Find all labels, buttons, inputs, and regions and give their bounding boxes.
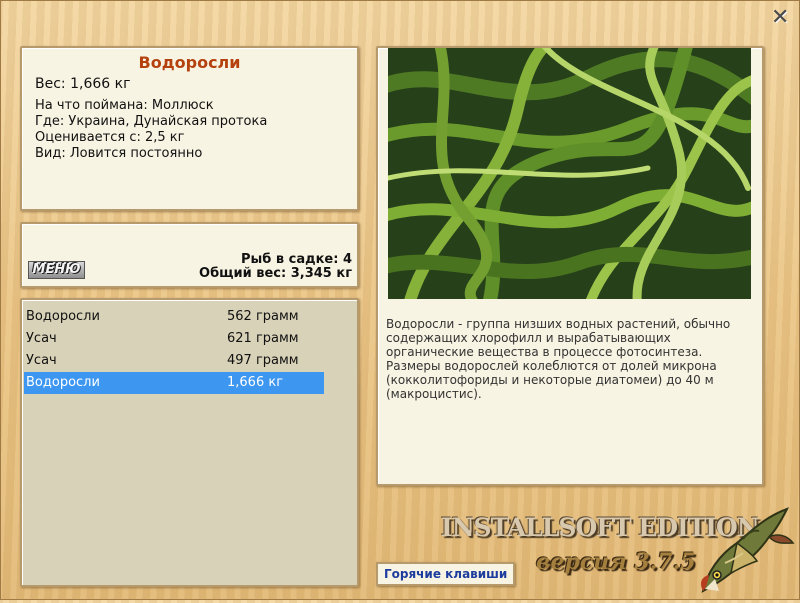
catch-weight: 497 грамм xyxy=(227,353,299,368)
cage-stats: Рыб в садке: 4 Общий вес: 3,345 кг xyxy=(199,253,352,281)
catch-weight: 621 грамм xyxy=(227,331,299,346)
valued-from: Оценивается с: 2,5 кг xyxy=(35,130,185,145)
caught-where: Где: Украина, Дунайская протока xyxy=(35,114,268,129)
catch-name: Усач xyxy=(26,353,57,368)
list-item-selected[interactable]: Водоросли 1,666 кг xyxy=(24,372,324,394)
pike-fish-icon xyxy=(695,503,795,603)
total-weight: Общий вес: 3,345 кг xyxy=(199,266,352,281)
list-item[interactable]: Усач 621 грамм xyxy=(24,328,324,350)
catch-name: Водоросли xyxy=(26,309,100,324)
fish-count: Рыб в садке: 4 xyxy=(240,252,352,267)
seaweed-photo xyxy=(388,48,751,299)
fish-details: На что поймана: Моллюск Где: Украина, Ду… xyxy=(34,98,345,162)
fish-description: Водоросли - группа низших водных растени… xyxy=(386,317,731,401)
list-item[interactable]: Водоросли 562 грамм xyxy=(24,306,324,328)
fish-title: Водоросли xyxy=(138,53,241,72)
fish-weight: Вес: 1,666 кг xyxy=(35,76,131,92)
catch-weight: 562 грамм xyxy=(227,309,299,324)
menu-button[interactable]: МЕНЮ xyxy=(28,261,85,279)
caught-with: На что поймана: Моллюск xyxy=(35,98,214,113)
brand-logo-text: INSTALLSOFT EDITION xyxy=(441,513,760,542)
version-text: версия 3.7.5 xyxy=(536,549,696,575)
catch-name: Водоросли xyxy=(26,375,100,390)
catch-list[interactable]: Водоросли 562 грамм Усач 621 грамм Усач … xyxy=(20,298,359,587)
close-icon[interactable]: ✕ xyxy=(771,7,789,29)
catch-name: Усач xyxy=(26,331,57,346)
cage-panel: МЕНЮ Рыб в садке: 4 Общий вес: 3,345 кг xyxy=(20,222,359,288)
fish-info-panel: Водоросли Вес: 1,666 кг На что поймана: … xyxy=(20,46,359,211)
photo-panel: Водоросли - группа низших водных растени… xyxy=(376,46,764,486)
catch-weight: 1,666 кг xyxy=(227,375,284,390)
hotkeys-button[interactable]: Горячие клавиши xyxy=(376,562,516,586)
species-availability: Вид: Ловится постоянно xyxy=(35,146,203,161)
list-item[interactable]: Усач 497 грамм xyxy=(24,350,324,372)
